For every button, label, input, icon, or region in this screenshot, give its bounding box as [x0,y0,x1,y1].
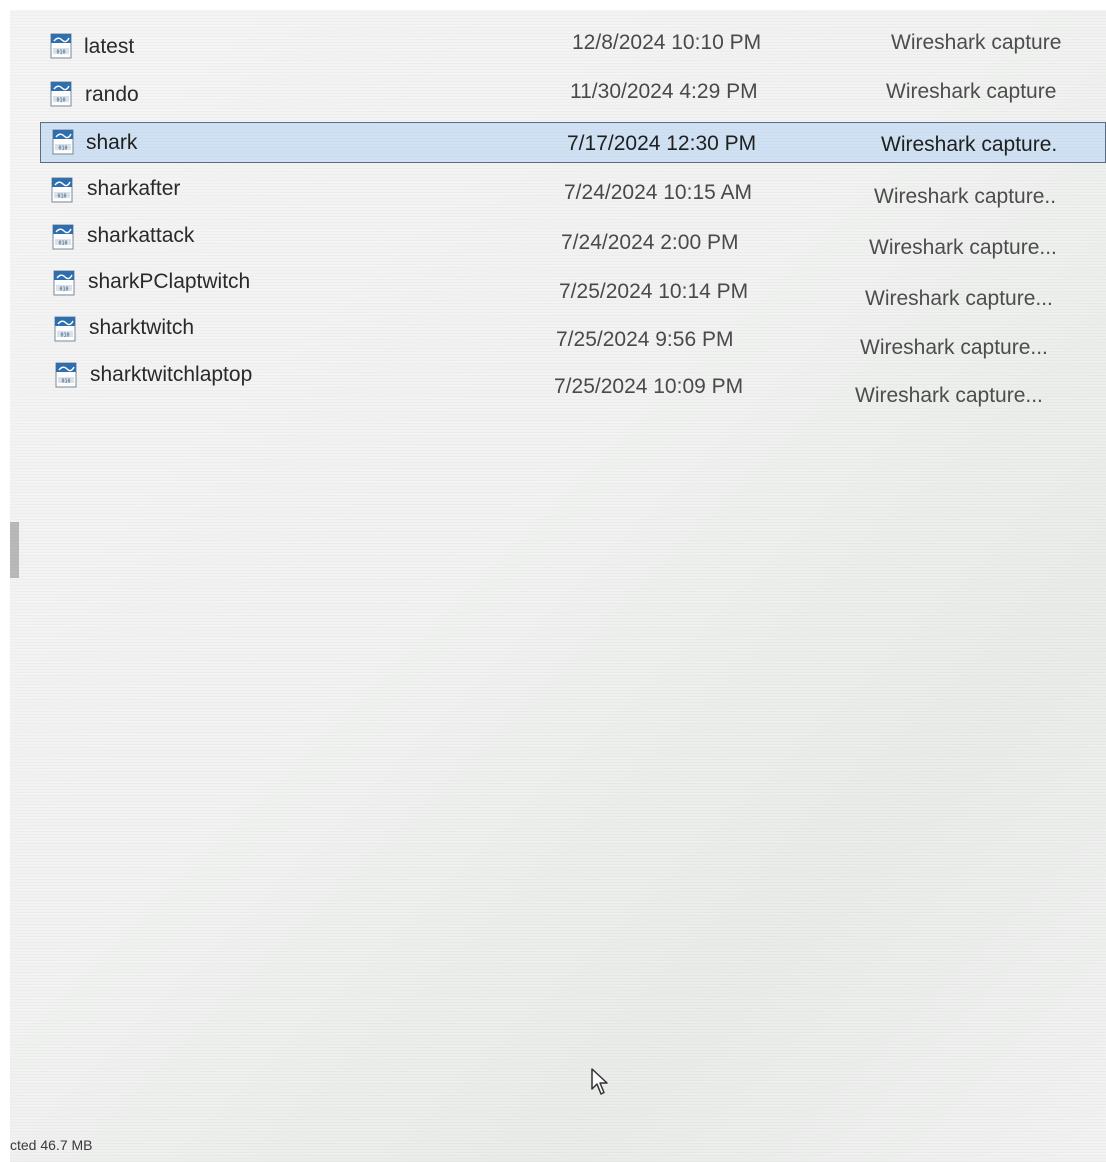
svg-text:010: 010 [59,287,68,293]
svg-text:010: 010 [58,146,67,152]
file-type: Wireshark capture [891,31,1062,54]
svg-text:010: 010 [61,379,70,385]
wireshark-file-icon: 010 [50,81,72,107]
file-name: latest [84,35,135,58]
file-name: sharktwitch [89,316,195,339]
file-date-modified: 7/24/2024 10:15 AM [564,181,752,204]
file-type: Wireshark capture. [881,133,1058,156]
file-date-modified: 7/25/2024 10:09 PM [554,375,744,398]
file-row-latest[interactable]: 010 latest 12/8/2024 10:10 PM Wireshark … [40,27,1106,67]
file-type: Wireshark capture... [865,287,1053,310]
wireshark-file-icon: 010 [54,316,76,342]
mouse-cursor-icon [591,1068,608,1095]
file-name: sharkafter [87,177,181,200]
file-date-modified: 7/25/2024 9:56 PM [556,328,734,351]
file-type: Wireshark capture.. [874,185,1057,208]
svg-text:010: 010 [60,333,69,339]
svg-text:010: 010 [58,241,67,247]
file-row-sharkafter[interactable]: 010 sharkafter 7/24/2024 10:15 AM Wiresh… [40,171,1106,211]
file-explorer-window: 010 latest 12/8/2024 10:10 PM Wireshark … [10,10,1106,1162]
file-type: Wireshark capture... [855,384,1043,407]
wireshark-file-icon: 010 [51,177,73,203]
svg-text:010: 010 [56,98,65,104]
svg-text:010: 010 [56,50,65,56]
file-row-sharktwitch[interactable]: 010 sharktwitch 7/25/2024 9:56 PM Wiresh… [40,310,1106,359]
file-date-modified: 12/8/2024 10:10 PM [572,31,762,54]
status-bar-selection-size: cted 46.7 MB [10,1137,93,1153]
file-name: sharkattack [87,224,195,247]
wireshark-file-icon: 010 [55,362,77,388]
wireshark-file-icon: 010 [52,129,74,155]
splitter-handle[interactable] [10,522,19,578]
file-name: rando [85,83,139,106]
file-type: Wireshark capture [886,80,1057,103]
wireshark-file-icon: 010 [50,33,72,59]
file-date-modified: 7/17/2024 12:30 PM [567,132,757,155]
wireshark-file-icon: 010 [52,224,74,250]
file-row-sharkattack[interactable]: 010 sharkattack 7/24/2024 2:00 PM Wiresh… [40,218,1106,259]
svg-text:010: 010 [57,194,66,200]
file-date-modified: 7/24/2024 2:00 PM [561,231,739,254]
file-row-sharkPClaptwitch[interactable]: 010 sharkPClaptwitch 7/25/2024 10:14 PM … [40,264,1106,310]
wireshark-file-icon: 010 [53,270,75,296]
file-row-shark[interactable]: 010 shark 7/17/2024 12:30 PM Wireshark c… [40,122,1106,163]
file-name: sharkPClaptwitch [88,270,251,293]
file-date-modified: 7/25/2024 10:14 PM [559,280,749,303]
file-type: Wireshark capture... [869,236,1057,259]
file-name: sharktwitchlaptop [90,363,253,386]
file-date-modified: 11/30/2024 4:29 PM [570,80,758,103]
file-row-rando[interactable]: 010 rando 11/30/2024 4:29 PM Wireshark c… [40,75,1106,115]
file-name: shark [86,131,138,154]
file-row-sharktwitchlaptop[interactable]: 010 sharktwitchlaptop 7/25/2024 10:09 PM… [40,356,1106,407]
